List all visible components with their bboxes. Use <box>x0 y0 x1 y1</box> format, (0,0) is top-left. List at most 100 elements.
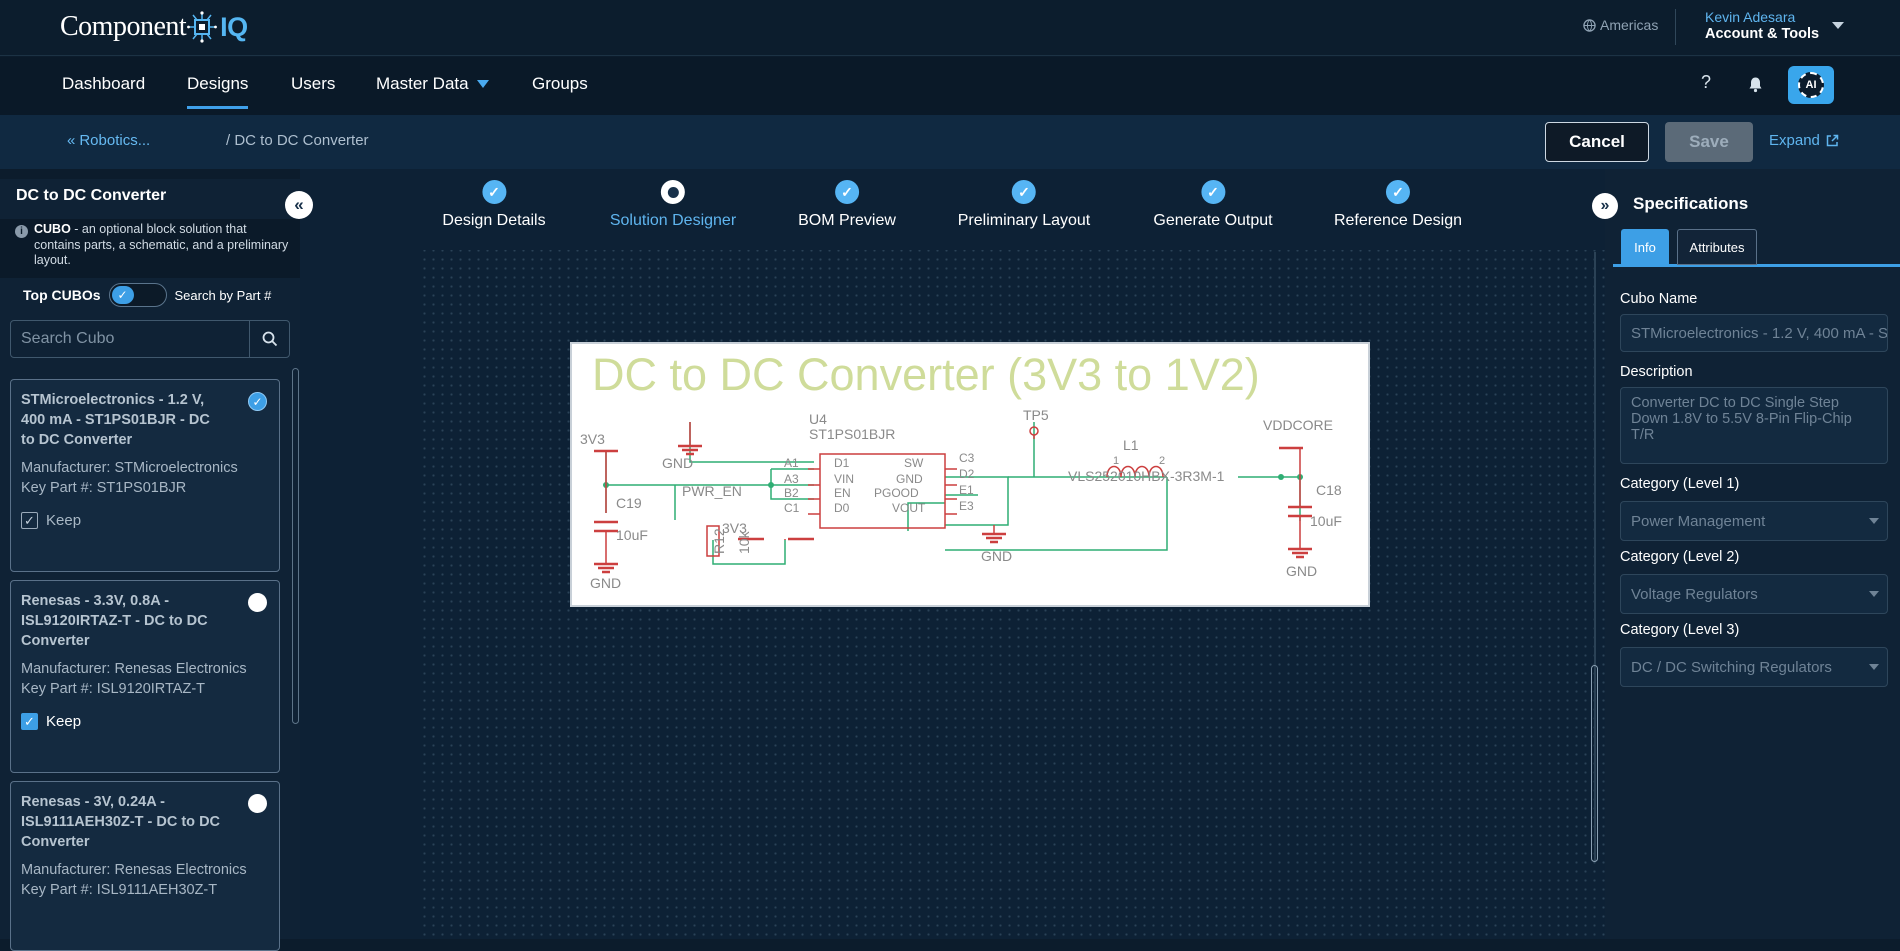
nav-groups[interactable]: Groups <box>532 74 588 94</box>
svg-text:EN: EN <box>834 486 851 500</box>
cubo-name-field[interactable]: STMicroelectronics - 1.2 V, 400 mA - ST1… <box>1620 314 1888 352</box>
cubo-card-title: Renesas - 3.3V, 0.8A - ISL9120IRTAZ-T - … <box>21 593 208 649</box>
cubo-key-part: Key Part #: ST1PS01BJR <box>21 480 187 496</box>
svg-text:PWR_EN: PWR_EN <box>682 483 742 499</box>
tab-attributes[interactable]: Attributes <box>1677 229 1757 265</box>
chevron-down-icon <box>1869 518 1879 524</box>
search-mode-toggle-row: Top CUBOs ✓ Search by Part # <box>23 283 271 307</box>
step-solution-designer[interactable]: Solution Designer <box>610 180 736 230</box>
category-level-3-value: DC / DC Switching Regulators <box>1631 658 1832 676</box>
svg-text:ST1PS01BJR: ST1PS01BJR <box>809 426 895 442</box>
svg-text:VIN: VIN <box>834 472 854 486</box>
spec-tabs: Info Attributes <box>1613 229 1900 267</box>
bell-icon[interactable] <box>1748 76 1763 93</box>
cubo-sidebar: DC to DC Converter i CUBO - an optional … <box>0 179 300 951</box>
keep-checkbox-row[interactable]: ✓ Keep <box>21 713 271 730</box>
svg-text:C18: C18 <box>1316 482 1342 498</box>
region-selector[interactable]: Americas <box>1583 17 1658 33</box>
cubo-card[interactable]: Renesas - 3V, 0.24A - ISL9111AEH30Z-T - … <box>10 781 280 951</box>
ai-assistant-button[interactable]: AI <box>1788 66 1834 104</box>
cubo-select-radio[interactable] <box>248 593 267 612</box>
search-mode-toggle[interactable]: ✓ <box>108 283 167 307</box>
collapse-sidebar-button[interactable]: « <box>285 191 313 219</box>
specifications-panel: Specifications Info Attributes Cubo Name… <box>1605 169 1900 939</box>
svg-text:10uF: 10uF <box>616 527 648 543</box>
tab-info[interactable]: Info <box>1621 229 1669 265</box>
user-name: Kevin Adesara <box>1705 9 1796 25</box>
svg-text:D0: D0 <box>834 501 850 515</box>
external-link-icon <box>1826 134 1839 147</box>
help-icon[interactable]: ? <box>1701 72 1711 93</box>
category-level-2-value: Voltage Regulators <box>1631 585 1758 603</box>
category-level-3-select[interactable]: DC / DC Switching Regulators <box>1620 647 1888 687</box>
cubo-info-note: i CUBO - an optional block solution that… <box>0 219 300 278</box>
user-menu[interactable]: Kevin Adesara Account & Tools <box>1705 9 1819 42</box>
nav-designs-label: Designs <box>187 74 249 93</box>
current-step-icon <box>660 180 685 204</box>
step-label: Solution Designer <box>609 212 737 229</box>
svg-text:U4: U4 <box>809 411 827 427</box>
check-icon: ✓ <box>482 180 506 204</box>
check-icon: ✓ <box>1201 180 1225 204</box>
category-level-1-label: Category (Level 1) <box>1620 476 1740 492</box>
sidebar-scrollbar[interactable] <box>292 368 299 724</box>
cubo-card[interactable]: STMicroelectronics - 1.2 V, 400 mA - ST1… <box>10 379 280 572</box>
cubo-select-radio[interactable]: ✓ <box>248 392 267 411</box>
breadcrumb-back-link[interactable]: « Robotics... <box>67 132 150 149</box>
nav-master-data[interactable]: Master Data <box>376 74 489 94</box>
check-icon: ✓ <box>1012 180 1036 204</box>
schematic-preview[interactable]: DC to DC Converter (3V3 to 1V2) 3V3 GND … <box>570 342 1370 607</box>
cubo-card-title: Renesas - 3V, 0.24A - ISL9111AEH30Z-T - … <box>21 794 221 850</box>
nav-designs[interactable]: Designs <box>187 74 249 109</box>
chip-logo-icon <box>187 11 218 43</box>
cubo-select-radio[interactable] <box>248 794 267 813</box>
keep-label: Keep <box>46 512 82 529</box>
search-button[interactable] <box>249 321 289 357</box>
cubo-card[interactable]: Renesas - 3.3V, 0.8A - ISL9120IRTAZ-T - … <box>10 580 280 773</box>
category-level-2-label: Category (Level 2) <box>1620 549 1740 565</box>
description-label: Description <box>1620 364 1693 380</box>
step-generate-output[interactable]: ✓ Generate Output <box>1153 180 1273 230</box>
breadcrumb-back-label: Robotics... <box>79 132 151 149</box>
keep-checkbox-row[interactable]: ✓ Keep <box>21 512 271 529</box>
step-reference-design[interactable]: ✓ Reference Design <box>1334 180 1462 230</box>
svg-text:SW: SW <box>904 456 924 470</box>
svg-text:1: 1 <box>1113 455 1119 467</box>
collapse-specifications-button[interactable]: » <box>1592 193 1618 219</box>
step-label: Generate Output <box>1153 212 1273 229</box>
cubo-name-label: Cubo Name <box>1620 291 1698 307</box>
description-field[interactable]: Converter DC to DC Single Step Down 1.8V… <box>1620 387 1888 464</box>
cubo-manufacturer: Manufacturer: STMicroelectronics <box>21 460 238 476</box>
keep-checkbox[interactable]: ✓ <box>21 512 38 529</box>
category-level-1-select[interactable]: Power Management <box>1620 501 1888 541</box>
nav-users[interactable]: Users <box>291 74 335 94</box>
category-level-1-value: Power Management <box>1631 512 1766 530</box>
svg-text:VDDCORE: VDDCORE <box>1263 417 1333 433</box>
svg-text:E1: E1 <box>959 483 974 497</box>
expand-label: Expand <box>1769 132 1820 149</box>
keep-checkbox[interactable]: ✓ <box>21 713 38 730</box>
category-level-2-select[interactable]: Voltage Regulators <box>1620 574 1888 614</box>
nav-dashboard-label: Dashboard <box>62 74 146 93</box>
app-logo[interactable]: Component IQ <box>60 5 248 49</box>
nav-dashboard[interactable]: Dashboard <box>62 74 145 94</box>
specifications-title: Specifications <box>1633 194 1749 213</box>
step-bom-preview[interactable]: ✓ BOM Preview <box>798 180 896 230</box>
svg-text:PGOOD: PGOOD <box>874 486 919 500</box>
check-icon: ✓ <box>834 180 859 204</box>
chevron-down-icon <box>1869 591 1879 597</box>
cubo-card-title: STMicroelectronics - 1.2 V, 400 mA - ST1… <box>21 392 210 448</box>
ai-icon: AI <box>1798 72 1824 98</box>
step-label: Preliminary Layout <box>957 212 1091 229</box>
step-design-details[interactable]: ✓ Design Details <box>442 180 546 230</box>
expand-link[interactable]: Expand <box>1769 132 1839 149</box>
svg-text:GND: GND <box>1286 563 1317 579</box>
save-button[interactable]: Save <box>1665 122 1753 162</box>
nav-groups-label: Groups <box>532 74 588 93</box>
cancel-button[interactable]: Cancel <box>1545 122 1649 162</box>
step-preliminary-layout[interactable]: ✓ Preliminary Layout <box>957 180 1091 230</box>
search-input[interactable] <box>11 321 249 357</box>
canvas-scrollbar[interactable] <box>1591 665 1598 862</box>
user-menu-caret-icon[interactable] <box>1832 22 1844 29</box>
search-icon <box>262 331 277 347</box>
